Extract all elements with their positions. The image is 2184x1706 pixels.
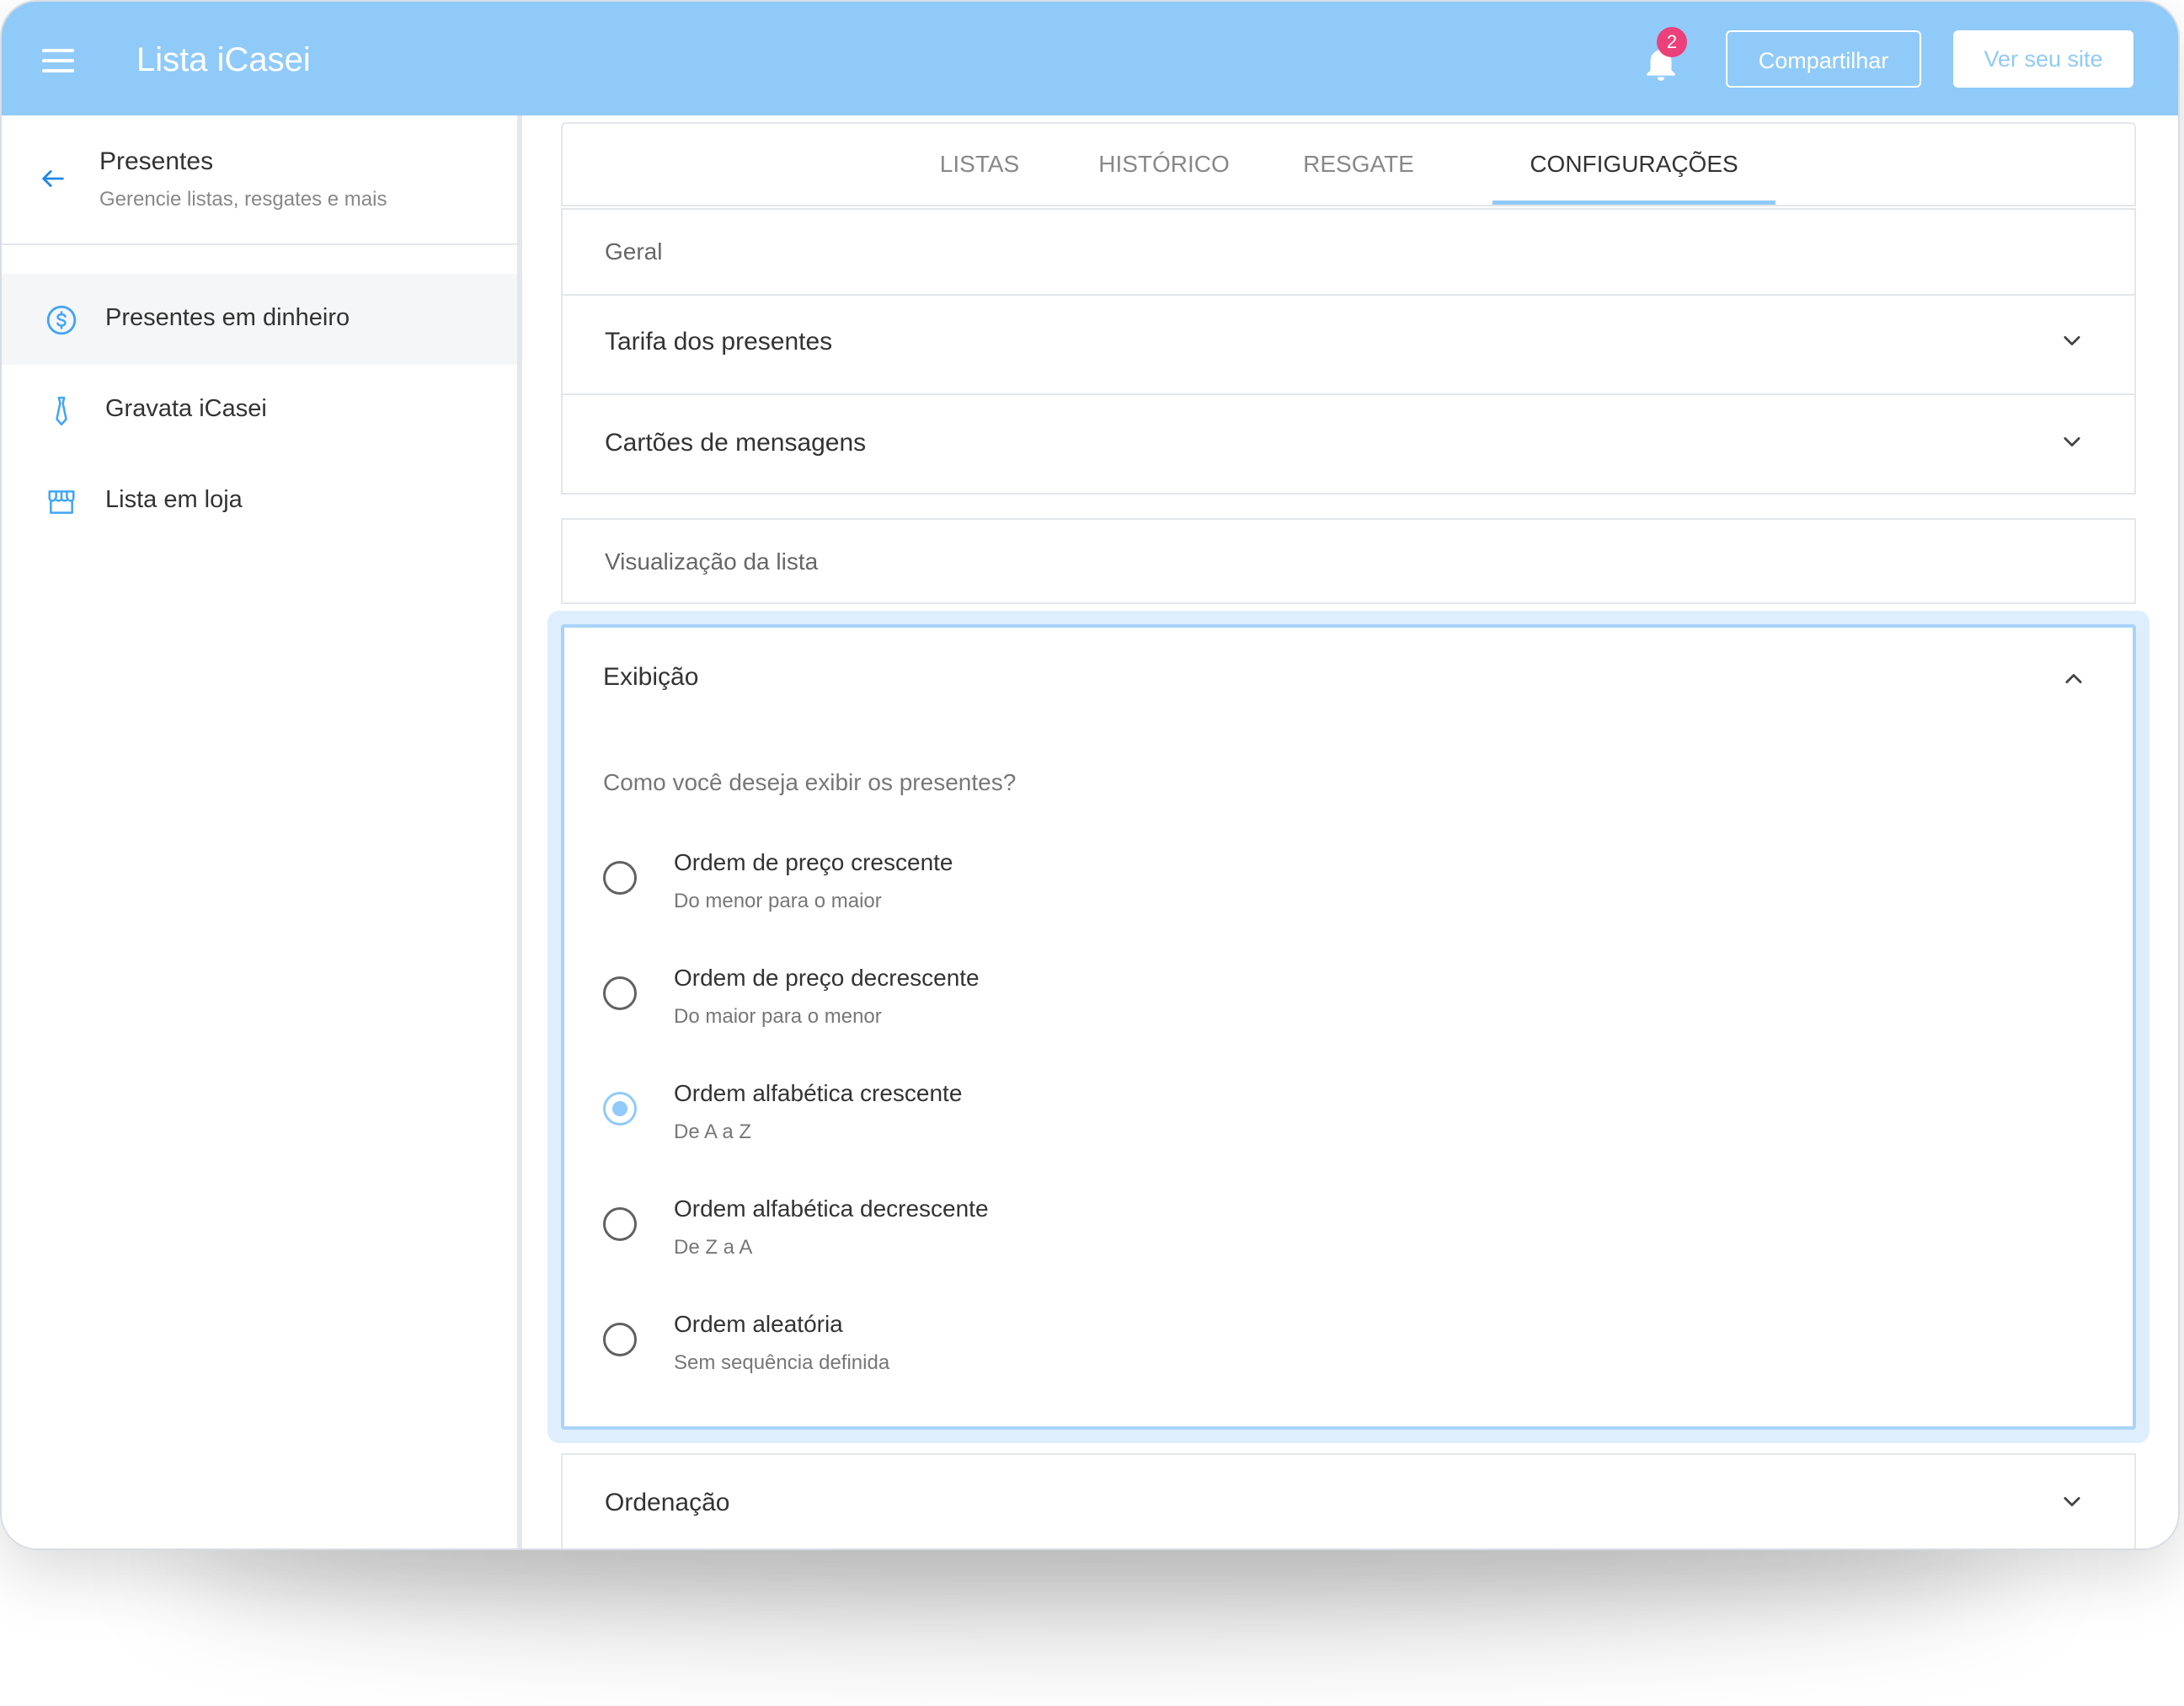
radio-button-selected[interactable] (603, 1092, 637, 1126)
share-button[interactable]: Compartilhar (1726, 30, 1921, 88)
option-preco-crescente[interactable]: Ordem de preço crescente Do menor para o… (603, 849, 1698, 942)
sidebar-item-presentes-em-dinheiro[interactable]: Presentes em dinheiro (2, 274, 517, 365)
sidebar-item-lista-em-loja[interactable]: Lista em loja (2, 456, 517, 547)
back-arrow-icon[interactable] (39, 164, 67, 193)
option-aleatoria[interactable]: Ordem aleatória Sem sequência definida (603, 1311, 1698, 1404)
sidebar-divider (2, 243, 517, 245)
store-icon (48, 490, 75, 514)
tab-resgate[interactable]: RESGATE (1287, 124, 1430, 205)
sidebar-item-label: Presentes em dinheiro (105, 304, 350, 331)
radio-button[interactable] (603, 1323, 637, 1356)
option-subtitle: Do menor para o maior (674, 890, 882, 912)
list-view-section: Visualização da lista (561, 518, 2136, 604)
divider (563, 393, 2134, 395)
section-label-geral: Geral (605, 238, 663, 265)
option-alfabetica-crescente[interactable]: Ordem alfabética crescente De A a Z (603, 1080, 1698, 1173)
sidebar-item-gravata-icasei[interactable]: Gravata iCasei (2, 365, 517, 456)
option-subtitle: Sem sequência definida (674, 1351, 890, 1374)
chevron-up-icon[interactable] (2062, 666, 2085, 690)
radio-button[interactable] (603, 1207, 637, 1241)
screen: Lista iCasei 2 Compartilhar Ver seu site… (0, 0, 2184, 1706)
main-content: LISTAS HISTÓRICO RESGATE CONFIGURAÇÕES G… (522, 115, 2178, 1548)
option-title: Ordem de preço crescente (674, 849, 953, 875)
option-title: Ordem de preço decrescente (674, 965, 980, 991)
option-subtitle: De A a Z (674, 1120, 752, 1143)
sidebar: Presentes Gerencie listas, resgates e ma… (2, 115, 522, 1548)
tie-icon (56, 396, 67, 426)
top-bar: Lista iCasei 2 Compartilhar Ver seu site (2, 2, 2178, 115)
dollar-circle-icon (46, 305, 77, 335)
app-window: Lista iCasei 2 Compartilhar Ver seu site… (2, 2, 2178, 1548)
sidebar-item-label: Gravata iCasei (105, 395, 267, 422)
chevron-down-icon[interactable] (2060, 1490, 2084, 1514)
panel-title-exibicao[interactable]: Exibição (603, 663, 698, 692)
option-subtitle: Do maior para o menor (674, 1005, 882, 1028)
divider (563, 294, 2134, 296)
sidebar-item-label: Lista em loja (105, 486, 243, 513)
option-preco-decrescente[interactable]: Ordem de preço decrescente Do maior para… (603, 965, 1698, 1057)
option-title: Ordem alfabética decrescente (674, 1195, 989, 1222)
radio-button[interactable] (603, 861, 637, 895)
row-cartoes-de-mensagens[interactable]: Cartões de mensagens (605, 429, 866, 457)
sorting-section: Ordenação (561, 1453, 2136, 1548)
option-subtitle: De Z a A (674, 1236, 753, 1259)
row-ordenacao[interactable]: Ordenação (605, 1489, 729, 1517)
menu-icon[interactable] (42, 49, 74, 72)
sidebar-title: Presentes (99, 147, 214, 175)
view-site-button[interactable]: Ver seu site (1953, 30, 2133, 88)
display-panel: Exibição Como você deseja exibir os pres… (561, 624, 2136, 1430)
tab-configuracoes[interactable]: CONFIGURAÇÕES (1492, 124, 1776, 205)
tab-historico[interactable]: HISTÓRICO (1080, 124, 1248, 205)
general-settings-card: Geral Tarifa dos presentes Cartões de me… (561, 208, 2136, 495)
option-title: Ordem aleatória (674, 1311, 843, 1337)
tab-bar: LISTAS HISTÓRICO RESGATE CONFIGURAÇÕES (561, 122, 2136, 206)
tab-listas[interactable]: LISTAS (916, 124, 1043, 205)
chevron-down-icon[interactable] (2060, 329, 2084, 353)
row-tarifa-dos-presentes[interactable]: Tarifa dos presentes (605, 328, 832, 356)
option-title: Ordem alfabética crescente (674, 1080, 963, 1106)
display-question: Como você deseja exibir os presentes? (603, 769, 1017, 795)
notification-badge: 2 (1657, 27, 1687, 57)
radio-button[interactable] (603, 976, 637, 1010)
section-label-visualizacao: Visualização da lista (605, 548, 819, 575)
app-title: Lista iCasei (136, 41, 311, 78)
chevron-down-icon[interactable] (2060, 431, 2084, 454)
sidebar-subtitle: Gerencie listas, resgates e mais (99, 188, 387, 211)
option-alfabetica-decrescente[interactable]: Ordem alfabética decrescente De Z a A (603, 1195, 1698, 1288)
